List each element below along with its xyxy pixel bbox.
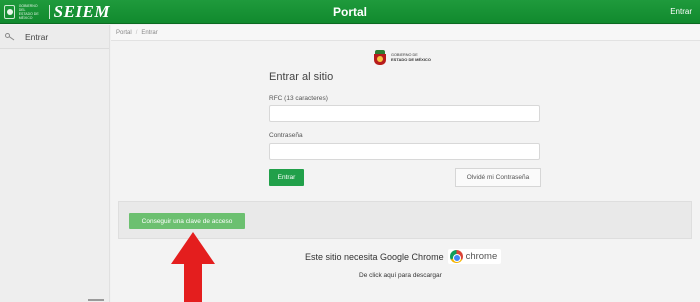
get-access-key-button[interactable]: Conseguir una clave de acceso bbox=[129, 213, 245, 229]
top-header: GOBIERNO DEL ESTADO DE MÉXICO SEIEM Port… bbox=[0, 0, 700, 24]
password-label: Contraseña bbox=[269, 132, 303, 139]
chrome-required-text: Este sitio necesita Google Chrome bbox=[305, 251, 444, 262]
login-button[interactable]: Entrar bbox=[269, 169, 304, 186]
rfc-label: RFC (13 caracteres) bbox=[269, 95, 328, 102]
browser-notice: Este sitio necesita Google Chrome chrome bbox=[305, 249, 502, 264]
key-icon bbox=[5, 32, 17, 42]
chrome-badge[interactable]: chrome bbox=[447, 249, 502, 264]
login-title: Entrar al sitio bbox=[269, 71, 334, 83]
sidebar-scroll-handle[interactable] bbox=[88, 299, 104, 301]
forgot-password-button[interactable]: Olvidé mi Contraseña bbox=[455, 168, 541, 187]
coat-of-arms-icon bbox=[373, 50, 387, 66]
sidebar-item-label: Entrar bbox=[25, 31, 49, 42]
gov-edomex-logo: GOBIERNO DE ESTADO DE MÉXICO bbox=[373, 50, 431, 66]
rfc-input[interactable] bbox=[269, 105, 540, 122]
breadcrumb-current: Entrar bbox=[141, 29, 158, 36]
page-title: Portal bbox=[332, 5, 367, 19]
breadcrumb-separator: / bbox=[135, 29, 138, 36]
breadcrumb-portal[interactable]: Portal bbox=[116, 30, 132, 36]
red-arrow-icon bbox=[171, 232, 215, 302]
chrome-wordmark: chrome bbox=[465, 251, 498, 262]
download-chrome-link[interactable]: De click aquí para descargar bbox=[359, 272, 442, 279]
header-login-link[interactable]: Entrar bbox=[670, 7, 692, 16]
chrome-logo-icon bbox=[449, 250, 463, 263]
sidebar-item-entrar[interactable]: Entrar bbox=[0, 25, 109, 49]
sidebar: Entrar bbox=[0, 25, 110, 302]
breadcrumb: Portal / Entrar bbox=[111, 25, 700, 41]
password-input[interactable] bbox=[269, 143, 540, 160]
